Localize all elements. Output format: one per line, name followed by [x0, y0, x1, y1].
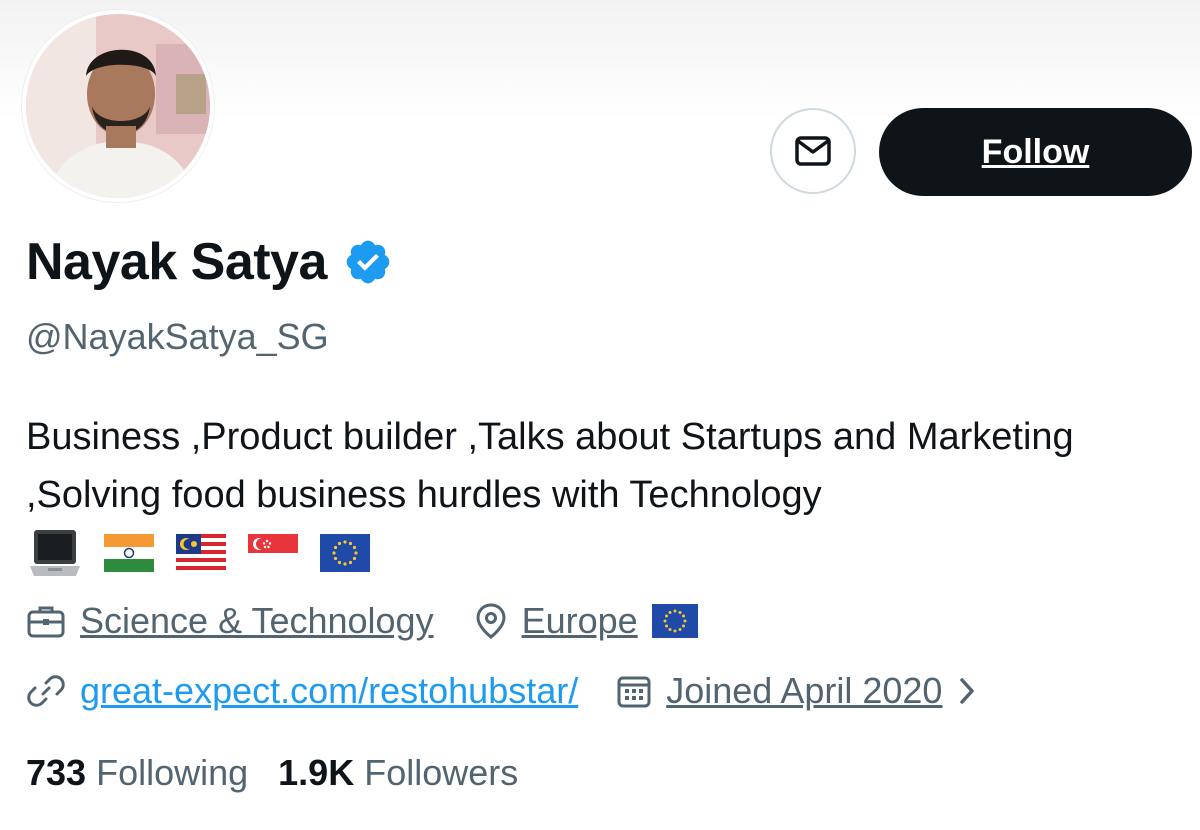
profile-stats: 733 Following 1.9K Followers	[26, 752, 548, 794]
profile-meta-row-2: great-expect.com/restohubstar/ Joined Ap…	[26, 670, 994, 712]
followers-label: Followers	[364, 752, 519, 793]
avatar[interactable]	[22, 10, 214, 202]
handle: @NayakSatya_SG	[26, 316, 329, 357]
profile-meta-row-1: Science & Technology Europe	[26, 600, 712, 642]
category-item[interactable]: Science & Technology	[26, 600, 434, 642]
following-count: 733	[26, 752, 87, 793]
envelope-icon	[795, 136, 831, 166]
joined-item[interactable]: Joined April 2020	[616, 670, 994, 712]
calendar-icon	[617, 676, 651, 708]
chevron-right-icon	[960, 678, 975, 704]
location-item[interactable]: Europe	[474, 600, 712, 642]
website-link[interactable]: great-expect.com/restohubstar/	[80, 670, 578, 712]
message-button[interactable]	[770, 108, 856, 194]
flag-eu-icon	[320, 534, 370, 572]
flag-malaysia-icon	[176, 534, 226, 572]
laptop-icon	[30, 530, 80, 576]
link-icon	[27, 675, 65, 707]
name-row: Nayak Satya	[26, 232, 393, 292]
location-label: Europe	[521, 600, 638, 641]
followers-stat[interactable]: 1.9K Followers	[278, 752, 518, 794]
bio-emojis	[28, 528, 370, 578]
bio-text: Business ,Product builder ,Talks about S…	[26, 416, 1074, 516]
flag-india-icon	[104, 534, 154, 572]
briefcase-icon	[27, 606, 65, 638]
avatar-image	[26, 14, 210, 198]
following-label: Following	[96, 752, 249, 793]
flag-eu-icon	[651, 604, 698, 638]
category-label: Science & Technology	[80, 600, 434, 641]
display-name: Nayak Satya	[26, 233, 327, 291]
website-item[interactable]: great-expect.com/restohubstar/	[26, 670, 578, 712]
flag-singapore-icon	[248, 534, 298, 572]
following-stat[interactable]: 733 Following	[26, 752, 248, 794]
verified-badge-icon	[346, 240, 390, 284]
follow-button[interactable]: Follow	[879, 108, 1192, 196]
location-pin-icon	[476, 603, 506, 639]
followers-count: 1.9K	[278, 752, 355, 793]
joined-label: Joined April 2020	[666, 670, 943, 711]
